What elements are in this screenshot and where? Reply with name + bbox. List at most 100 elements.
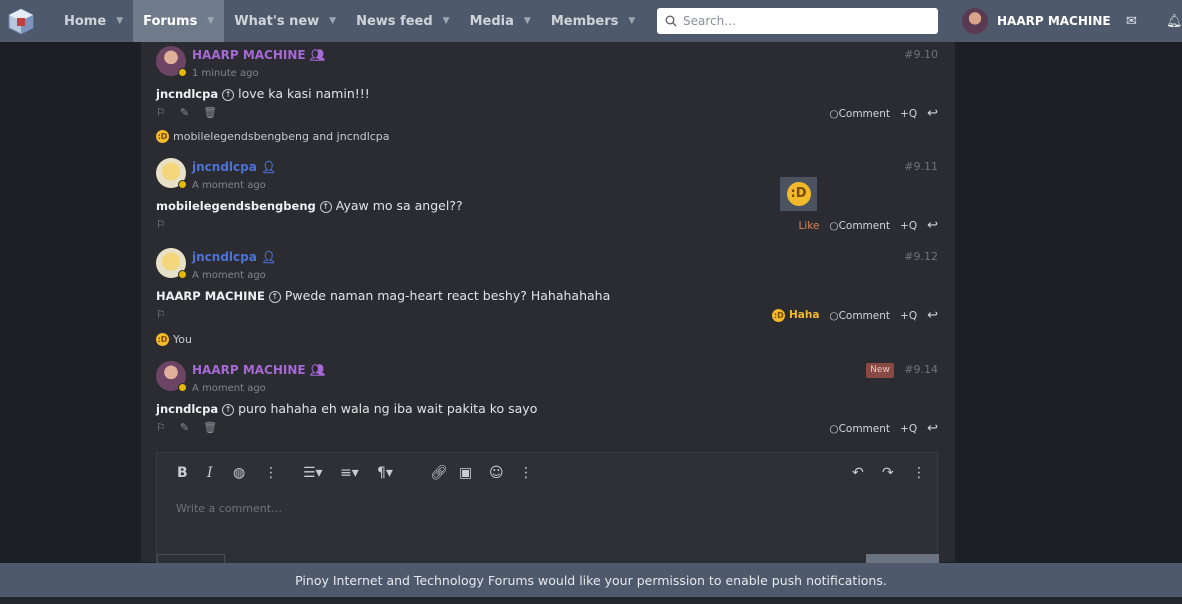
post-tools: ⚐ <box>156 308 166 321</box>
palette-icon[interactable]: ◍ <box>233 465 245 481</box>
paragraph-icon[interactable]: ¶▾ <box>377 465 393 481</box>
comment-button[interactable]: ○Comment <box>829 423 890 435</box>
quote-button[interactable]: +Q <box>900 423 917 435</box>
avatar[interactable] <box>156 361 187 392</box>
chevron-down-icon[interactable]: ▼ <box>628 16 635 26</box>
nav-tab-members[interactable]: Members ▼ <box>541 0 646 42</box>
comment-button[interactable]: ○Comment <box>829 108 890 120</box>
smiley-icon[interactable]: ☺ <box>489 465 504 481</box>
post-number[interactable]: #9.12 <box>904 250 938 263</box>
post-time[interactable]: A moment ago <box>192 270 266 281</box>
badge-dot-icon <box>178 180 187 189</box>
post-text: Pwede naman mag-heart react beshy? Hahah… <box>284 288 611 303</box>
list-icon[interactable]: ☰▾ <box>303 465 323 481</box>
edit-icon[interactable]: ✎ <box>180 421 189 434</box>
edit-icon[interactable]: ✎ <box>180 106 189 119</box>
share-icon[interactable]: ↩ <box>927 106 938 121</box>
nav-tab-media[interactable]: Media ▼ <box>460 0 541 42</box>
flag-icon[interactable]: ⚐ <box>156 218 166 231</box>
new-badge: New <box>866 363 894 378</box>
nav-tab-forums[interactable]: Forums ▼ <box>133 0 225 42</box>
arrow-up-icon[interactable]: ↑ <box>222 88 235 101</box>
push-notification-banner[interactable]: Pinoy Internet and Technology Forums wou… <box>0 563 1182 597</box>
post-number[interactable]: #9.10 <box>904 48 938 61</box>
post-time[interactable]: A moment ago <box>192 180 266 191</box>
post-time[interactable]: A moment ago <box>192 383 266 394</box>
reply-to-user[interactable]: mobilelegendsbengbeng <box>156 199 316 213</box>
site-logo-icon[interactable] <box>0 0 42 42</box>
post-number[interactable]: #9.14 <box>904 363 938 376</box>
nav-tab-home[interactable]: Home ▼ <box>42 0 133 42</box>
comment-placeholder[interactable]: Write a comment… <box>176 502 282 515</box>
align-icon[interactable]: ≡▾ <box>340 465 359 481</box>
chevron-down-icon[interactable]: ▼ <box>443 16 450 26</box>
username[interactable]: HAARP MACHINE <box>997 14 1111 28</box>
post-actions: :D Haha ○Comment +Q ↩ <box>772 308 938 323</box>
like-button[interactable]: Like <box>798 220 819 232</box>
post-author[interactable]: jncndlcpa 👤︎ <box>192 160 276 174</box>
post-author[interactable]: HAARP MACHINE 👥︎ <box>192 363 325 377</box>
comment-post: jncndlcpa 👤︎ A moment ago #9.12 HAARP MA… <box>156 248 938 348</box>
share-icon[interactable]: ↩ <box>927 218 938 233</box>
avatar[interactable] <box>156 46 187 77</box>
envelope-icon[interactable]: ✉ <box>1126 14 1137 29</box>
italic-icon[interactable]: I <box>207 465 213 481</box>
bottom-strip <box>0 597 1182 604</box>
trash-icon[interactable]: 🗑︎ <box>203 421 217 434</box>
redo-icon[interactable]: ↷ <box>882 465 894 481</box>
post-time[interactable]: 1 minute ago <box>192 68 259 79</box>
nav-tab-label: Home <box>64 13 107 29</box>
chevron-down-icon[interactable]: ▼ <box>524 16 531 26</box>
trash-icon[interactable]: 🗑︎ <box>203 106 217 119</box>
arrow-up-icon[interactable]: ↑ <box>222 403 235 416</box>
nav-tab-label: Forums <box>143 13 198 29</box>
share-icon[interactable]: ↩ <box>927 308 938 323</box>
post-number[interactable]: #9.11 <box>904 160 938 173</box>
avatar[interactable] <box>156 248 187 279</box>
post-text: love ka kasi namin!!! <box>238 86 370 101</box>
undo-icon[interactable]: ↶ <box>852 465 864 481</box>
share-icon[interactable]: ↩ <box>927 421 938 436</box>
nav-tab-whats-new[interactable]: What's new ▼ <box>224 0 346 42</box>
reply-to-user[interactable]: HAARP MACHINE <box>156 289 265 303</box>
comment-post: HAARP MACHINE 👥︎ 1 minute ago #9.10 jncn… <box>156 46 938 146</box>
reaction-picker-tile[interactable]: :D <box>780 177 817 211</box>
search-input[interactable] <box>683 14 923 28</box>
haha-reaction-button[interactable]: :D Haha <box>772 309 819 322</box>
user-group-icon: 👥︎ <box>309 363 326 377</box>
more-icon[interactable]: ⋮ <box>912 465 926 481</box>
avatar[interactable] <box>962 8 988 34</box>
haha-emoji-icon: :D <box>156 130 169 143</box>
comment-button[interactable]: ○Comment <box>829 310 890 322</box>
more-icon[interactable]: ⋮ <box>519 465 533 481</box>
arrow-up-icon[interactable]: ↑ <box>319 200 332 213</box>
post-author[interactable]: HAARP MACHINE 👥︎ <box>192 48 325 62</box>
chevron-down-icon[interactable]: ▼ <box>207 16 214 26</box>
reactions-summary[interactable]: :D mobilelegendsbengbeng and jncndlcpa <box>156 130 390 143</box>
search-box[interactable] <box>657 8 938 34</box>
flag-icon[interactable]: ⚐ <box>156 421 166 434</box>
flag-icon[interactable]: ⚐ <box>156 308 166 321</box>
bell-icon[interactable]: 🔔︎ <box>1166 14 1182 29</box>
comment-button[interactable]: ○Comment <box>829 220 890 232</box>
arrow-up-icon[interactable]: ↑ <box>268 290 281 303</box>
chevron-down-icon[interactable]: ▼ <box>329 16 336 26</box>
quote-button[interactable]: +Q <box>900 310 917 322</box>
comment-editor[interactable]: B I ◍ ⋮ ☰▾ ≡▾ ¶▾ 🔗︎ ▣ ☺ ⋮ ↶ ↷ ⋮ Write a … <box>156 452 939 567</box>
avatar[interactable] <box>156 158 187 189</box>
user-menu[interactable]: HAARP MACHINE <box>962 8 1111 34</box>
post-author[interactable]: jncndlcpa 👤︎ <box>192 250 276 264</box>
quote-button[interactable]: +Q <box>900 108 917 120</box>
bold-icon[interactable]: B <box>177 465 188 481</box>
nav-tab-news-feed[interactable]: News feed ▼ <box>346 0 460 42</box>
link-icon[interactable]: 🔗︎ <box>430 465 448 481</box>
more-icon[interactable]: ⋮ <box>264 465 278 481</box>
reply-to-user[interactable]: jncndlcpa <box>156 87 218 101</box>
reactions-summary[interactable]: :D You <box>156 333 192 346</box>
quote-button[interactable]: +Q <box>900 220 917 232</box>
flag-icon[interactable]: ⚐ <box>156 106 166 119</box>
reply-to-user[interactable]: jncndlcpa <box>156 402 218 416</box>
user-group-icon: 👤︎ <box>261 160 277 174</box>
image-icon[interactable]: ▣ <box>459 465 472 481</box>
chevron-down-icon[interactable]: ▼ <box>116 16 123 26</box>
